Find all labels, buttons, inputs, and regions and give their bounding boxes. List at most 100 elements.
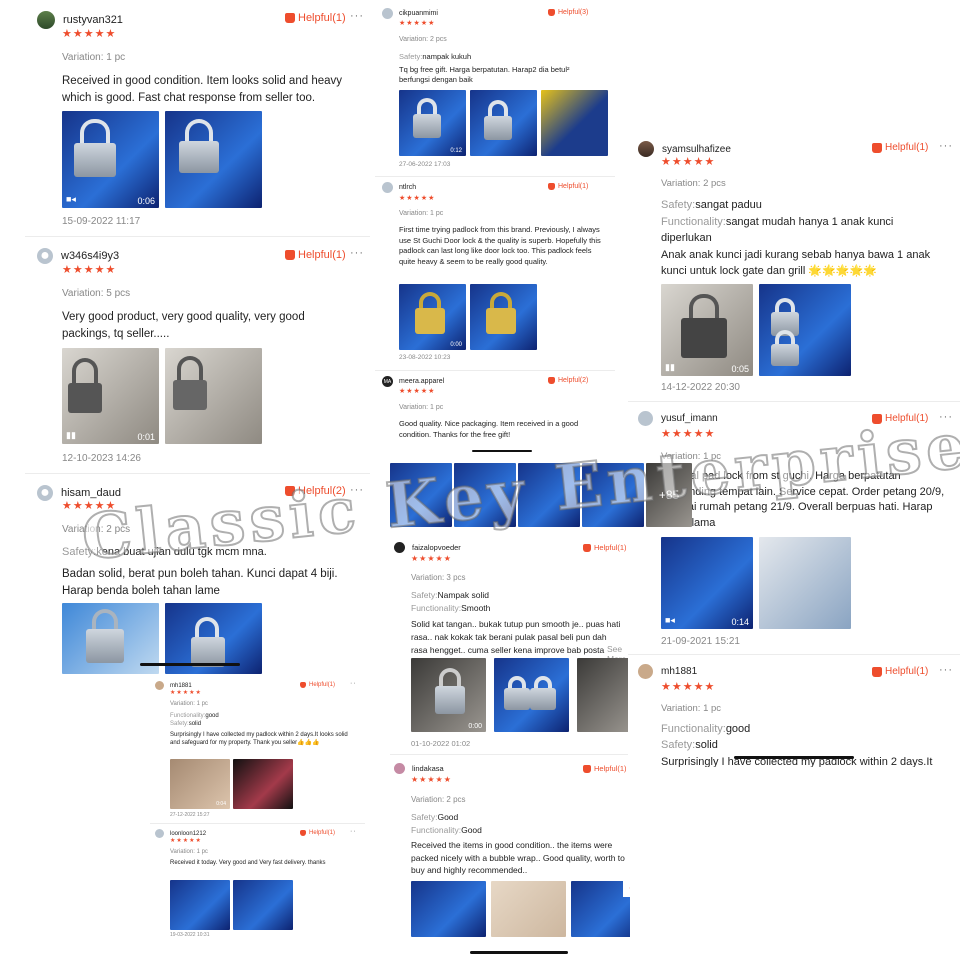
safety-value: Nampak solid xyxy=(437,590,489,600)
review-text: Badan solid, berat pun boleh tahan. Kunc… xyxy=(62,568,338,597)
more-options-icon[interactable]: ·· xyxy=(350,828,357,835)
review-photo[interactable] xyxy=(170,880,230,930)
helpful-button[interactable]: Helpful(1) xyxy=(872,142,928,153)
more-photos-button[interactable]: +85 xyxy=(646,463,692,527)
helpful-button[interactable]: Helpful(1) xyxy=(583,764,627,773)
avatar[interactable] xyxy=(155,681,164,690)
avatar[interactable] xyxy=(37,11,55,29)
username[interactable]: faizalopvoeder xyxy=(412,543,461,552)
review-photo[interactable] xyxy=(233,759,293,809)
review-card: yusuf_imann Helpful(1) ··· ★★★★★ Variati… xyxy=(628,402,960,655)
review-photo[interactable] xyxy=(390,463,452,527)
review-video[interactable]: ■◂ 0:14 xyxy=(661,537,753,629)
review-video[interactable]: ▮▮ 0:05 xyxy=(661,284,753,376)
rating-stars: ★★★★★ xyxy=(62,264,117,276)
avatar[interactable]: ● xyxy=(37,485,53,501)
helpful-button[interactable]: Helpful(1) xyxy=(300,830,335,836)
safety-label: Safety: xyxy=(62,546,97,558)
more-options-icon[interactable]: ··· xyxy=(350,10,364,22)
review-photo[interactable] xyxy=(470,90,537,156)
username[interactable]: cikpuanmimi xyxy=(399,10,438,17)
review-video[interactable]: 0:00 xyxy=(399,284,466,350)
helpful-button[interactable]: Helpful(1) xyxy=(872,666,928,677)
review-photo[interactable] xyxy=(470,284,537,350)
thumbs-up-icon xyxy=(583,764,591,773)
username[interactable]: yusuf_imann xyxy=(661,413,718,424)
review-photo[interactable] xyxy=(491,881,566,937)
variation: Variation: 2 pcs xyxy=(411,795,466,804)
review-text: Surprisingly I have collected my padlock… xyxy=(170,732,348,746)
review-photo[interactable] xyxy=(577,658,630,732)
avatar[interactable] xyxy=(155,829,164,838)
review-card: rustyvan321 Helpful(1) ··· ★★★★★ Variati… xyxy=(25,0,370,237)
helpful-button[interactable]: Helpful(1) xyxy=(548,183,588,190)
helpful-button[interactable]: Helpful(1) xyxy=(285,249,346,261)
avatar[interactable] xyxy=(638,664,653,679)
review-photo[interactable] xyxy=(454,463,516,527)
username[interactable]: w346s4i9y3 xyxy=(61,250,119,262)
more-options-icon[interactable]: ··· xyxy=(350,484,364,496)
review-date: 23-08-2022 10:23 xyxy=(399,354,451,361)
review-photo[interactable] xyxy=(518,463,580,527)
helpful-button[interactable]: Helpful(2) xyxy=(285,485,346,497)
review-video[interactable]: 0:04 xyxy=(170,759,230,809)
more-options-icon[interactable]: ··· xyxy=(939,140,953,152)
username[interactable]: hisam_daud xyxy=(61,487,121,499)
username[interactable]: mh1881 xyxy=(170,683,192,689)
review-card: ● w346s4i9y3 Helpful(1) ··· ★★★★★ Variat… xyxy=(25,237,370,474)
helpful-button[interactable]: Helpful(1) xyxy=(300,682,335,688)
functionality-label: Functionality: xyxy=(661,216,726,228)
review-photo[interactable] xyxy=(582,463,644,527)
username[interactable]: lindakasa xyxy=(412,764,444,773)
variation: Variation: 1 pc xyxy=(399,210,444,217)
video-icon: ■◂ xyxy=(665,615,675,625)
review-photo[interactable] xyxy=(759,284,851,376)
review-photo[interactable] xyxy=(165,111,262,208)
review-card: lindakasa Helpful(1) ★★★★★ Variation: 2 … xyxy=(390,755,630,945)
avatar[interactable] xyxy=(394,542,405,553)
review-text: Good quality. Nice packaging. Item recei… xyxy=(399,419,579,439)
helpful-button[interactable]: Helpful(2) xyxy=(548,377,588,384)
helpful-button[interactable]: Helpful(1) xyxy=(872,413,928,424)
review-card: syamsulhafizee Helpful(1) ··· ★★★★★ Vari… xyxy=(628,132,960,402)
username[interactable]: meera.apparel xyxy=(399,378,444,385)
home-indicator xyxy=(140,663,240,666)
username[interactable]: rustyvan321 xyxy=(63,14,123,26)
username[interactable]: loonloon1212 xyxy=(170,831,206,837)
more-options-icon[interactable]: ··· xyxy=(350,247,364,259)
review-text: Anak anak kunci jadi kurang sebab hanya … xyxy=(661,249,931,277)
avatar[interactable]: ● xyxy=(37,248,53,264)
username[interactable]: ntlrch xyxy=(399,184,416,191)
avatar[interactable] xyxy=(382,8,393,19)
helpful-button[interactable]: Helpful(1) xyxy=(583,543,627,552)
thumbs-up-icon xyxy=(300,682,306,688)
review-video[interactable]: ▮▮ 0:01 xyxy=(62,348,159,444)
review-video[interactable]: ■◂ 0:06 xyxy=(62,111,159,208)
rating-stars: ★★★★★ xyxy=(170,690,202,696)
variation: Variation: 2 pcs xyxy=(661,178,726,189)
review-photo[interactable] xyxy=(541,90,608,156)
username[interactable]: mh1881 xyxy=(661,666,697,677)
review-video[interactable]: 0:12 xyxy=(399,90,466,156)
avatar[interactable] xyxy=(382,182,393,193)
review-photo[interactable] xyxy=(233,880,293,930)
more-options-icon[interactable]: ··· xyxy=(939,664,953,676)
review-video[interactable]: 0:00 xyxy=(411,658,486,732)
helpful-button[interactable]: Helpful(3) xyxy=(548,9,588,16)
more-options-icon[interactable]: ·· xyxy=(350,680,357,687)
avatar[interactable] xyxy=(638,411,653,426)
functionality-value: good xyxy=(205,713,219,719)
helpful-button[interactable]: Helpful(1) xyxy=(285,12,346,24)
scroll-to-top-button[interactable]: ↑ xyxy=(623,881,630,897)
review-photo[interactable] xyxy=(571,881,630,937)
more-options-icon[interactable]: ··· xyxy=(939,411,953,423)
avatar[interactable]: MA xyxy=(382,376,393,387)
review-photo[interactable] xyxy=(165,348,262,444)
avatar[interactable] xyxy=(394,763,405,774)
review-photo[interactable] xyxy=(411,881,486,937)
username[interactable]: syamsulhafizee xyxy=(662,144,731,155)
review-photo[interactable] xyxy=(759,537,851,629)
avatar[interactable] xyxy=(638,141,654,157)
video-icon: ▮▮ xyxy=(66,430,76,440)
review-photo[interactable] xyxy=(494,658,569,732)
